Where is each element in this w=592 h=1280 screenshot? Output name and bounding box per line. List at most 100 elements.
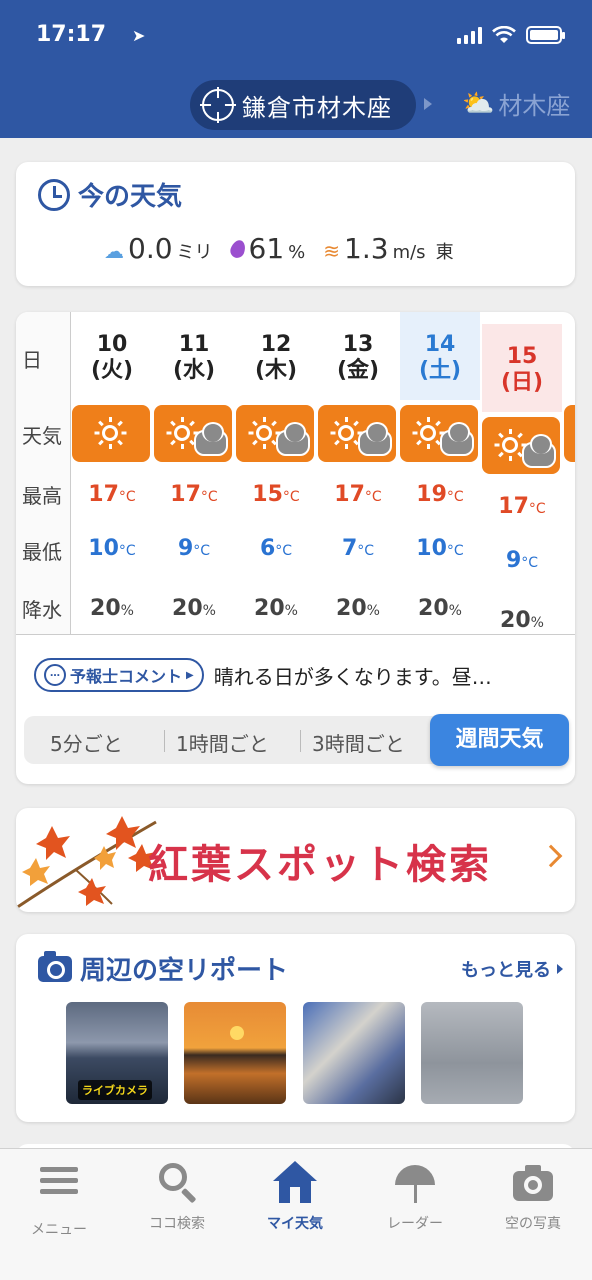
forecast-date: 13 (金) bbox=[318, 312, 398, 400]
sunny-cloudy-icon bbox=[482, 417, 560, 474]
sky-photo-thumbnail[interactable]: ライブカメラ bbox=[66, 1002, 168, 1104]
rain-value: 20 bbox=[90, 596, 121, 621]
sky-report-card: 周辺の空リポート もっと見る ライブカメラ bbox=[16, 934, 575, 1122]
forecast-date: 12 (木) bbox=[236, 312, 316, 400]
forecast-days[interactable]: 10 (火) 17°C 10°C 20% 11 (水) 17°C 9°C 20% 12 (木) 15°C… bbox=[72, 312, 575, 634]
sunny-cloudy-icon bbox=[154, 405, 232, 462]
forecast-day[interactable]: 12 (木) 15°C 6°C 20% bbox=[236, 312, 318, 634]
forecaster-comment-button[interactable]: … 予報士コメント ▶ bbox=[34, 658, 204, 692]
tab-radar[interactable]: レーダー bbox=[356, 1161, 474, 1233]
sky-photo-thumbnail[interactable] bbox=[184, 1002, 286, 1104]
wind: ≋ 1.3 m/s 東 bbox=[323, 232, 453, 265]
tab-my-weather[interactable]: マイ天気 bbox=[236, 1161, 354, 1233]
rain-chance: 20% bbox=[400, 596, 480, 621]
temp-unit: °C bbox=[364, 489, 382, 505]
tab-weekly[interactable]: 週間天気 bbox=[430, 714, 569, 766]
autumn-leaves-banner[interactable]: 紅葉スポット検索 bbox=[16, 808, 575, 912]
maple-leaves-icon bbox=[16, 816, 157, 910]
high-temp: 17°C bbox=[318, 482, 398, 507]
row-label-rain: 降水 bbox=[22, 598, 62, 622]
date-number: 10 bbox=[96, 332, 128, 357]
temp-unit: °C bbox=[118, 543, 136, 559]
high-value: 17 bbox=[334, 482, 365, 507]
droplet-icon bbox=[227, 238, 248, 260]
rain-chance: 20% bbox=[318, 596, 398, 621]
forecast-day[interactable]: 13 (金) 17°C 7°C 20% bbox=[318, 312, 400, 634]
wifi-icon bbox=[492, 26, 516, 43]
interval-tabs: 5分ごと 1時間ごと 3時間ごと 週間天気 bbox=[24, 714, 569, 766]
low-temp: 9°C bbox=[154, 536, 234, 561]
see-more-link[interactable]: もっと見る bbox=[461, 956, 563, 982]
status-time: 17:17 bbox=[36, 22, 107, 47]
current-location-button[interactable]: 鎌倉市材木座 bbox=[190, 80, 416, 130]
next-arrow-icon bbox=[424, 98, 432, 110]
status-bar: 17:17 ➤ bbox=[36, 22, 565, 52]
forecast-day[interactable]: 14 (土) 19°C 10°C 20% bbox=[400, 312, 482, 634]
next-location-button[interactable]: ⛅ 材木座 bbox=[462, 86, 570, 121]
day-of-week: (火) bbox=[90, 358, 134, 383]
tab-here-search[interactable]: ココ検索 bbox=[118, 1161, 236, 1233]
forecast-day[interactable]: 11 (水) 17°C 9°C 20% bbox=[154, 312, 236, 634]
current-weather-card[interactable]: 今の天気 ☁ 0.0 ミリ 61 % ≋ 1.3 m/s 東 bbox=[16, 162, 575, 286]
wind-icon: ≋ bbox=[323, 239, 341, 263]
forecast-day[interactable]: 15 (日) 17°C 9°C 20% bbox=[482, 324, 562, 633]
wind-unit: m/s bbox=[392, 242, 426, 263]
forecast-date: 11 (水) bbox=[154, 312, 234, 400]
forecast-day[interactable]: 10 (火) 17°C 10°C 20% bbox=[72, 312, 154, 634]
sky-photo-thumbnail[interactable] bbox=[421, 1002, 523, 1104]
rain-cloud-icon: ☁ bbox=[104, 239, 124, 263]
tab-label: 空の写真 bbox=[505, 1216, 561, 1232]
current-weather-title: 今の天気 bbox=[78, 182, 183, 212]
temp-unit: °C bbox=[528, 501, 546, 517]
camera-icon bbox=[513, 1161, 553, 1205]
sunny-icon bbox=[564, 405, 575, 462]
tab-3hour[interactable]: 3時間ごと bbox=[312, 728, 405, 757]
row-label-low: 最低 bbox=[22, 540, 62, 564]
tab-menu[interactable]: メニュー bbox=[0, 1161, 118, 1239]
search-icon bbox=[157, 1161, 197, 1205]
high-temp: 19°C bbox=[400, 482, 480, 507]
low-temp: 10°C bbox=[400, 536, 480, 561]
low-value: 7 bbox=[341, 536, 358, 561]
forecast-date: 14 (土) bbox=[400, 312, 480, 400]
temp-unit: °C bbox=[275, 543, 293, 559]
tab-1hour[interactable]: 1時間ごと bbox=[176, 728, 269, 757]
rain-value: 20 bbox=[172, 596, 203, 621]
sky-photo-thumbnail[interactable] bbox=[303, 1002, 405, 1104]
low-value: 10 bbox=[416, 536, 447, 561]
row-label-high: 最高 bbox=[22, 484, 62, 508]
rain-value: 20 bbox=[336, 596, 367, 621]
low-value: 9 bbox=[505, 548, 522, 573]
tab-label: マイ天気 bbox=[267, 1216, 323, 1232]
day-of-week: (土) bbox=[418, 358, 462, 383]
humidity: 61 % bbox=[227, 232, 306, 265]
tab-5min[interactable]: 5分ごと bbox=[50, 728, 123, 757]
rain-unit: % bbox=[448, 603, 462, 619]
chevron-right-icon: ▶ bbox=[186, 669, 194, 681]
temp-unit: °C bbox=[357, 543, 375, 559]
low-temp: 6°C bbox=[236, 536, 316, 561]
row-label-day: 日 bbox=[22, 348, 42, 372]
temp-unit: °C bbox=[446, 489, 464, 505]
high-temp: 17°C bbox=[72, 482, 152, 507]
temp-unit: °C bbox=[446, 543, 464, 559]
header-bar: 17:17 ➤ 鎌倉市材木座 ⛅ 材木座 bbox=[0, 0, 592, 138]
low-temp: 7°C bbox=[318, 536, 398, 561]
comment-badge-label: 予報士コメント bbox=[70, 667, 183, 686]
camera-icon bbox=[38, 950, 72, 982]
tab-sky-photos[interactable]: 空の写真 bbox=[474, 1161, 592, 1233]
precipitation: ☁ 0.0 ミリ bbox=[104, 232, 213, 265]
high-temp: 17°C bbox=[482, 494, 562, 519]
live-camera-badge: ライブカメラ bbox=[78, 1080, 152, 1100]
high-temp: 17°C bbox=[154, 482, 234, 507]
low-value: 9 bbox=[177, 536, 194, 561]
rain-unit: % bbox=[530, 615, 544, 631]
chevron-right-icon bbox=[539, 844, 563, 868]
day-of-week: (金) bbox=[336, 358, 380, 383]
humidity-unit: % bbox=[288, 242, 306, 263]
rain-unit: % bbox=[202, 603, 216, 619]
humidity-value: 61 bbox=[248, 232, 285, 265]
speech-bubble-icon: … bbox=[44, 664, 66, 686]
tab-label: レーダー bbox=[387, 1216, 443, 1232]
sky-report-title: 周辺の空リポート bbox=[80, 956, 289, 986]
